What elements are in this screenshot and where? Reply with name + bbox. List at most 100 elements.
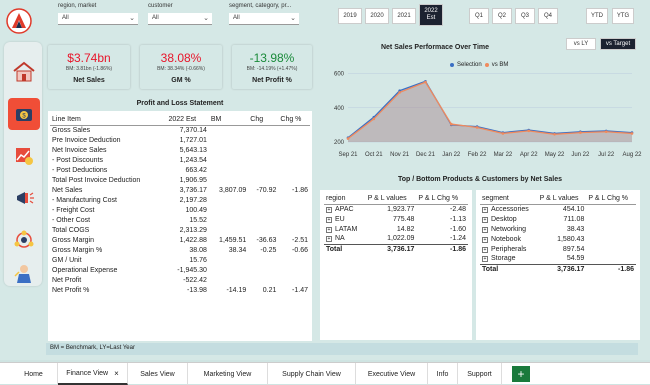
expand-icon[interactable]: + [482,256,488,263]
table-cell: -14.19 [226,286,247,294]
table-row[interactable]: + LATAM 14.82 -1.60 [324,224,468,234]
table-cell: 3,807.09 [219,186,247,194]
data-point[interactable] [553,133,556,136]
table-row[interactable]: + APAC 1,923.77 -2.48 [324,204,468,214]
expand-icon[interactable]: + [326,236,332,243]
table-row[interactable]: + Peripherals 897.54 [480,244,636,254]
x-tick-label: Oct 21 [365,152,383,158]
cell-text: -1.60 [450,225,466,233]
quarter-q2-button[interactable]: Q2 [492,8,512,24]
year-2021-button[interactable]: 2021 [392,8,416,24]
sidebar-item-sales[interactable] [8,140,40,172]
table-cell: 1,022.09 [366,234,417,244]
region-header-cell: P & L Chg % [416,194,468,205]
table-row[interactable]: + Notebook 1,580.43 [480,234,636,244]
atliq-logo-icon [6,8,32,34]
cell-text: Accessories [491,205,529,213]
table-cell: -2.48 [416,204,468,214]
kpi-net-profit-benchmark: BM: -14.19% (+1.47%) [246,66,298,72]
tab-home[interactable]: Home [10,363,58,385]
table-cell [278,275,310,285]
year-2022-est-button[interactable]: 2022 Est [419,4,443,26]
sidebar-item-finance[interactable]: $ [8,98,40,130]
table-cell: Net Sales [52,186,83,194]
x-tick-label: Dec 21 [416,152,436,158]
expand-icon[interactable]: + [482,236,488,243]
expand-icon[interactable]: + [482,226,488,233]
tab-info[interactable]: Info [428,363,458,385]
region-dropdown[interactable]: All ⌄ [58,13,138,25]
table-cell: -70.92 [256,186,277,194]
table-cell: Pre Invoice Deduction [52,136,121,144]
table-cell: -1.60 [416,224,468,234]
expand-icon[interactable]: + [482,206,488,213]
data-point[interactable] [398,91,401,94]
kpi-gm-benchmark: BM: 38.34% (-0.66%) [157,66,205,72]
table-cell [278,265,310,275]
data-point[interactable] [630,132,634,135]
data-point[interactable] [346,137,350,140]
quarter-q3-button[interactable]: Q3 [515,8,535,24]
table-cell: Gross Margin % [52,246,103,254]
year-2020-button[interactable]: 2020 [365,8,389,24]
table-row[interactable]: + Storage 54.59 [480,254,636,264]
quarter-q1-button[interactable]: Q1 [469,8,489,24]
customer-dropdown[interactable]: All ⌄ [148,13,212,25]
table-cell [248,205,278,215]
table-cell [586,234,636,244]
tab-marketing-view[interactable]: Marketing View [188,363,268,385]
sidebar-item-marketing[interactable] [8,182,40,214]
vs-ly-toggle[interactable]: vs LY [566,38,596,50]
table-row[interactable]: + EU 775.48 -1.13 [324,214,468,224]
close-icon[interactable]: × [114,369,119,378]
table-row: - Freight Cost 100.49 [50,205,310,215]
sidebar-item-supply-chain[interactable] [8,224,40,256]
data-point[interactable] [501,132,505,135]
vs-target-toggle[interactable]: vs Target [600,38,636,50]
table-row[interactable]: + NA 1,022.09 -1.24 [324,234,468,244]
table-cell [278,195,310,205]
table-cell [209,175,248,185]
quarter-q4-button[interactable]: Q4 [538,8,558,24]
expand-icon[interactable]: + [482,246,488,253]
table-cell: + Desktop [480,214,538,224]
data-point[interactable] [475,126,479,129]
table-cell [248,275,278,285]
table-cell: 15.76 [189,256,207,264]
segment-header-cell: P & L Chg % [586,194,636,205]
sidebar-item-executive[interactable] [8,264,40,284]
expand-icon[interactable]: + [326,206,332,213]
ytd-button[interactable]: YTD [586,8,608,24]
x-tick-label: Jan 22 [442,152,461,158]
kpi-gm-value: 38.08% [160,51,202,65]
data-point[interactable] [527,129,531,133]
money-bag-icon: $ [16,109,32,121]
add-page-button[interactable]: + [512,366,530,382]
table-cell [248,195,278,205]
data-point[interactable] [449,122,453,126]
chevron-down-icon: ⌄ [129,15,135,22]
table-row: Total COGS 2,313.29 [50,225,310,235]
expand-icon[interactable]: + [326,216,332,223]
x-tick-label: Jun 22 [571,152,590,158]
data-point[interactable] [604,130,608,134]
year-2019-button[interactable]: 2019 [338,8,362,24]
table-cell: 1,422.88 [179,236,207,244]
table-row[interactable]: + Desktop 711.08 [480,214,636,224]
expand-icon[interactable]: + [326,226,332,233]
data-point[interactable] [424,80,427,84]
tab-finance-view[interactable]: Finance View × [58,363,128,385]
expand-icon[interactable]: + [482,216,488,223]
table-row[interactable]: + Networking 38.43 [480,224,636,234]
data-point[interactable] [579,131,582,134]
tab-supply-chain-view[interactable]: Supply Chain View [268,363,356,385]
data-point[interactable] [372,117,376,121]
table-row[interactable]: + Accessories 454.10 [480,204,636,214]
sidebar-item-home[interactable] [8,56,40,88]
tab-executive-view[interactable]: Executive View [356,363,428,385]
tab-support[interactable]: Support [458,363,502,385]
table-row: Gross Sales 7,370.14 [50,125,310,135]
segment-dropdown[interactable]: All ⌄ [229,13,299,25]
tab-sales-view[interactable]: Sales View [128,363,188,385]
ytg-button[interactable]: YTG [612,8,634,24]
